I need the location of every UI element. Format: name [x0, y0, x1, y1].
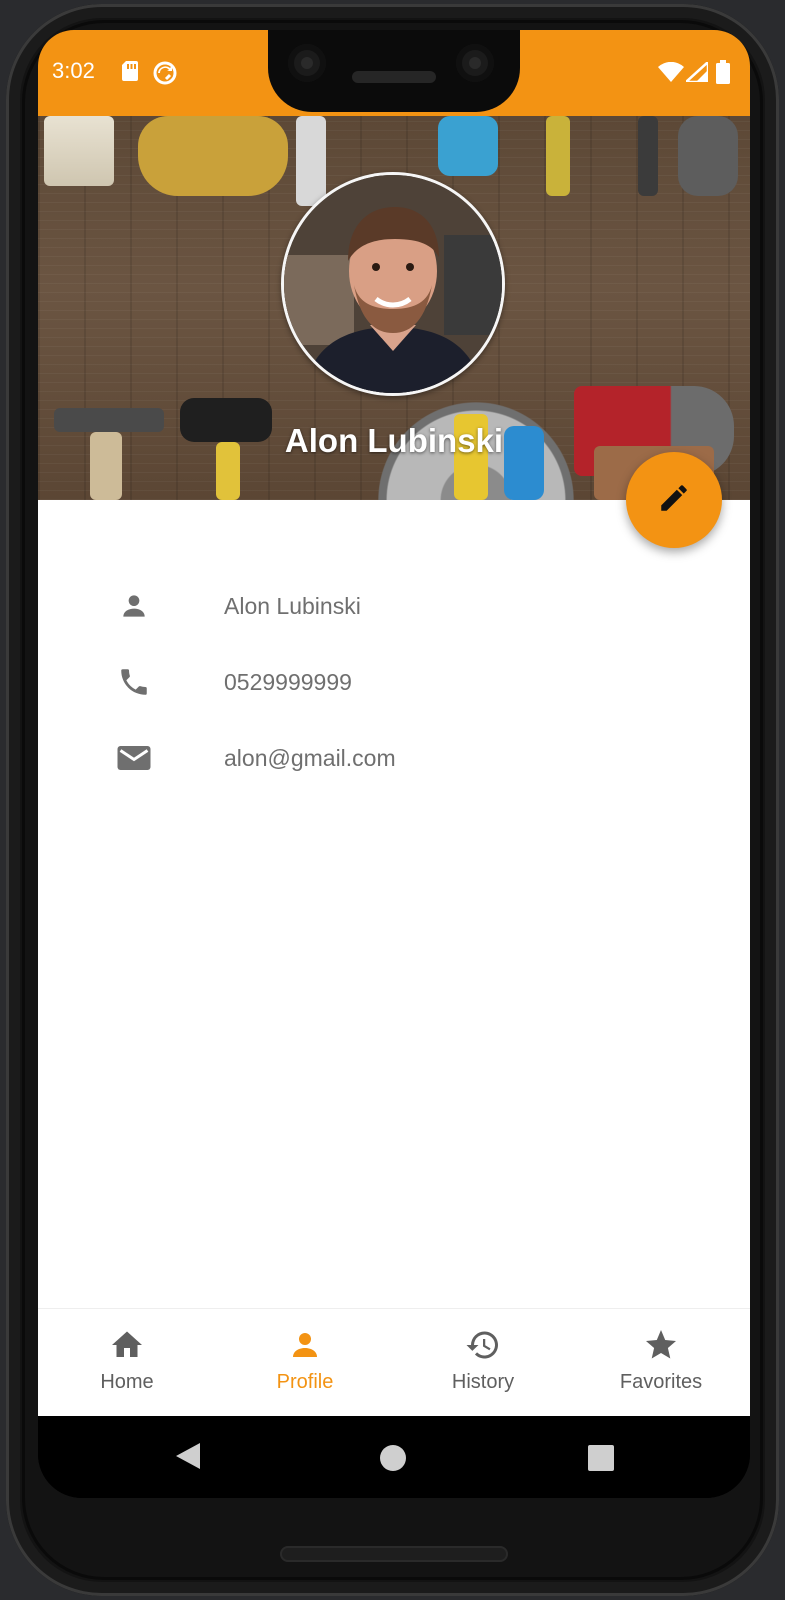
- camera-notch: [268, 30, 520, 112]
- front-camera: [288, 44, 326, 82]
- star-icon: [572, 1327, 750, 1363]
- nav-favorites-label: Favorites: [619, 1371, 703, 1393]
- nav-history-label: History: [451, 1371, 515, 1393]
- nav-home[interactable]: Home: [38, 1309, 216, 1417]
- battery-icon: [716, 60, 730, 89]
- front-sensor: [456, 44, 494, 82]
- profile-name: Alon Lubinski: [284, 422, 504, 459]
- sync-icon: [152, 60, 178, 91]
- edit-profile-button[interactable]: [626, 452, 722, 548]
- nippers-tool: [678, 116, 738, 196]
- bottom-navigation: Home Profile History Favorites: [38, 1308, 750, 1417]
- profile-details: Alon Lubinski 0529999999 alon@gmail.com: [38, 500, 750, 1308]
- nav-history[interactable]: History: [394, 1309, 572, 1417]
- phone-screen: 3:02 Alon Lubinski Alon Lubinski 0529999…: [38, 30, 750, 1498]
- earpiece-speaker: [352, 71, 436, 83]
- pencil-icon: [657, 481, 691, 520]
- cell-signal-icon: [682, 59, 710, 87]
- recents-icon[interactable]: [588, 1445, 614, 1476]
- history-icon: [394, 1327, 572, 1363]
- detail-email-value: alon@gmail.com: [224, 744, 396, 771]
- detail-phone-value: 0529999999: [224, 668, 352, 695]
- phone-icon: [116, 664, 152, 700]
- home-icon: [38, 1327, 216, 1363]
- person-icon: [216, 1327, 394, 1363]
- gloves-tool: [138, 116, 288, 196]
- bottom-speaker-grille: [280, 1546, 508, 1562]
- sd-card-icon: [120, 60, 140, 87]
- nav-favorites[interactable]: Favorites: [572, 1309, 750, 1417]
- nav-home-label: Home: [100, 1371, 154, 1393]
- detail-row-name: Alon Lubinski: [116, 586, 361, 626]
- nav-profile[interactable]: Profile: [216, 1309, 394, 1417]
- saw-tool: [296, 116, 326, 206]
- detail-name-value: Alon Lubinski: [224, 592, 361, 619]
- status-time: 3:02: [52, 58, 95, 83]
- back-icon[interactable]: [174, 1441, 202, 1476]
- file-tool: [638, 116, 658, 196]
- pliers-tool: [438, 116, 498, 176]
- status-bar: 3:02: [38, 30, 750, 116]
- screwdriver-tool: [546, 116, 570, 196]
- avatar[interactable]: [281, 172, 505, 396]
- email-icon: [116, 740, 152, 776]
- profile-header: Alon Lubinski: [38, 116, 750, 500]
- system-navigation-bar: [38, 1416, 750, 1498]
- wifi-icon: [658, 61, 684, 87]
- detail-row-email: alon@gmail.com: [116, 738, 396, 778]
- home-circle-icon[interactable]: [380, 1445, 406, 1476]
- brush-tool: [44, 116, 114, 186]
- person-icon: [116, 588, 152, 624]
- avatar-photo: [284, 175, 502, 393]
- nav-profile-label: Profile: [276, 1371, 334, 1393]
- detail-row-phone: 0529999999: [116, 662, 352, 702]
